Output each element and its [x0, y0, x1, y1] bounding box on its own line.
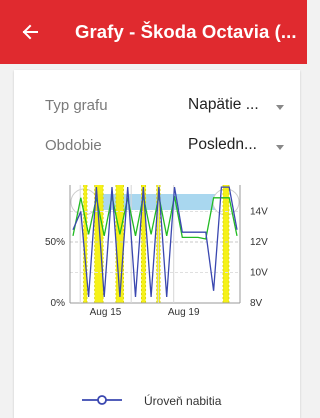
chevron-down-icon — [276, 145, 284, 150]
left-axis-tick-label: 0% — [51, 298, 66, 309]
period-row: Obdobie Posledn... — [14, 130, 300, 166]
right-axis-tick-label: 14V — [250, 207, 268, 218]
arrow-left-icon — [22, 24, 38, 40]
graph-card: Typ grafu Napätie ... Obdobie Posledn...… — [14, 70, 300, 418]
line-circle-marker-icon — [82, 395, 122, 405]
graph-type-dropdown[interactable]: Napätie ... — [188, 96, 259, 114]
back-button[interactable] — [12, 14, 48, 50]
left-axis-tick-label: 100% — [39, 185, 65, 187]
legend-label: Úroveň nabitia — [144, 394, 222, 408]
highlight-band — [115, 185, 124, 303]
page-title: Grafy - Škoda Octavia (... — [75, 21, 297, 42]
graph-type-label: Typ grafu — [45, 97, 108, 114]
graph-type-row: Typ grafu Napätie ... — [14, 90, 300, 126]
x-axis-tick-label: Aug 15 — [90, 307, 122, 318]
highlight-band — [223, 185, 229, 303]
app-bar: Grafy - Škoda Octavia (... — [0, 0, 307, 64]
voltage-chart[interactable]: 0% 50% 100% 8V 10V 12V 14V 16V Aug 15 Aug 19 — [14, 185, 300, 385]
range-slider-track[interactable] — [84, 194, 226, 210]
x-axis-tick-label: Aug 19 — [168, 307, 200, 318]
right-axis-tick-label: 12V — [250, 237, 268, 248]
period-label: Obdobie — [45, 137, 102, 154]
period-dropdown[interactable]: Posledn... — [188, 136, 257, 154]
right-axis-tick-label: 16V — [250, 185, 268, 187]
right-axis-tick-label: 10V — [250, 268, 268, 279]
left-axis-tick-label: 50% — [45, 237, 65, 248]
right-axis-tick-label: 8V — [250, 298, 263, 309]
chevron-down-icon — [276, 105, 284, 110]
